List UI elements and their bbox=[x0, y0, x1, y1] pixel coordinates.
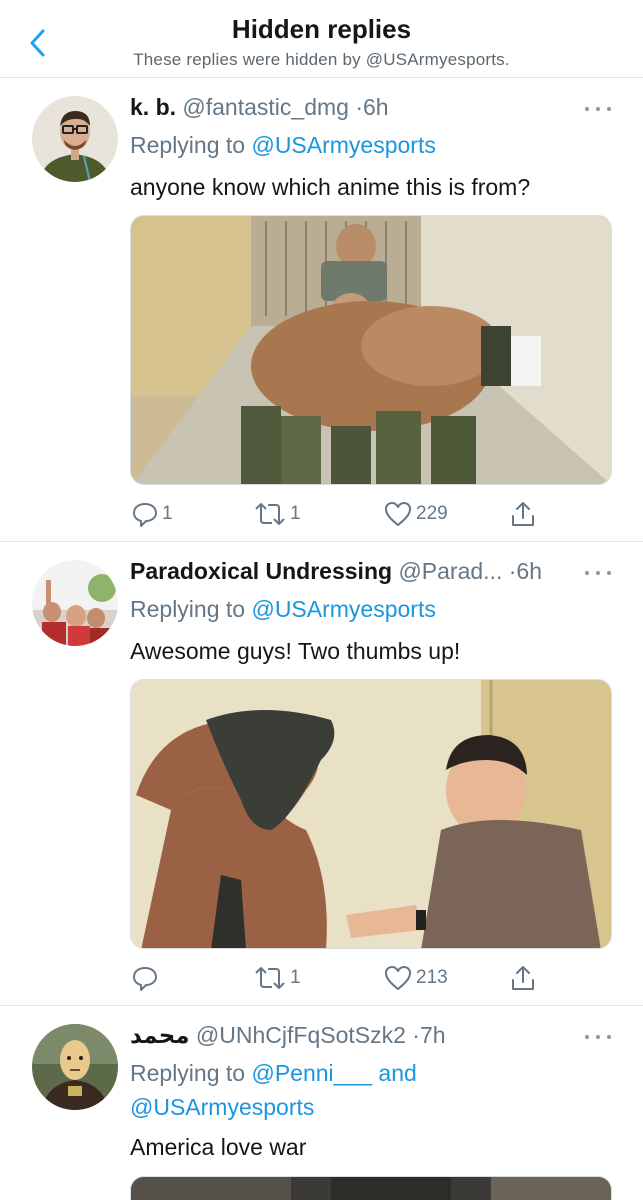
photo-placeholder bbox=[131, 216, 611, 484]
share-icon bbox=[512, 502, 534, 526]
more-icon[interactable] bbox=[585, 104, 611, 114]
retweet-count: 1 bbox=[290, 967, 301, 988]
photo-placeholder bbox=[131, 1177, 611, 1200]
replying-to-link[interactable]: @USArmyesports bbox=[251, 132, 435, 158]
tweet-time: 6h bbox=[516, 558, 542, 584]
tweet-2[interactable]: Paradoxical Undressing @Parad... ·6h Rep… bbox=[0, 542, 643, 1006]
avatar[interactable] bbox=[32, 560, 118, 646]
retweet-icon bbox=[255, 967, 285, 989]
author-name[interactable]: k. b. bbox=[130, 94, 176, 120]
avatar[interactable] bbox=[32, 1024, 118, 1110]
separator-dot: · bbox=[355, 94, 364, 120]
like-button[interactable]: 229 bbox=[384, 499, 448, 529]
tweet-3[interactable]: محمد @UNhCjfFqSotSzk2 ·7h Replying to @P… bbox=[0, 1006, 643, 1200]
tweet-header: k. b. @fantastic_dmg ·6h bbox=[130, 92, 573, 122]
replying-prefix: Replying to bbox=[130, 1060, 246, 1086]
tweet-1[interactable]: k. b. @fantastic_dmg ·6h Replying to @US… bbox=[0, 78, 643, 542]
tweet-image[interactable] bbox=[130, 679, 612, 949]
avatar[interactable] bbox=[32, 96, 118, 182]
tweet-header: Paradoxical Undressing @Parad... ·6h bbox=[130, 556, 573, 586]
tweet-text: anyone know which anime this is from? bbox=[130, 174, 531, 200]
tweet-time: 6h bbox=[363, 94, 389, 120]
replying-and: and bbox=[378, 1060, 417, 1086]
author-name[interactable]: محمد bbox=[130, 1022, 190, 1048]
top-bar: Hidden replies These replies were hidden… bbox=[0, 0, 643, 78]
retweet-button[interactable]: 1 bbox=[254, 963, 301, 993]
retweet-count: 1 bbox=[290, 503, 301, 524]
share-icon bbox=[512, 966, 534, 990]
replying-to-link[interactable]: @Penni___ bbox=[251, 1060, 372, 1086]
tweet-text: Awesome guys! Two thumbs up! bbox=[130, 638, 461, 664]
reply-icon bbox=[133, 503, 157, 527]
tweet-actions: 1 1 229 bbox=[130, 499, 550, 529]
reply-count: 1 bbox=[162, 503, 173, 524]
replying-to: Replying to @USArmyesports bbox=[130, 128, 613, 162]
replying-prefix: Replying to bbox=[130, 596, 246, 622]
page-title: Hidden replies bbox=[231, 14, 412, 44]
tweet-header: محمد @UNhCjfFqSotSzk2 ·7h bbox=[130, 1020, 573, 1050]
more-icon[interactable] bbox=[585, 568, 611, 578]
author-name[interactable]: Paradoxical Undressing bbox=[130, 558, 392, 584]
more-icon[interactable] bbox=[585, 1032, 611, 1042]
reply-icon bbox=[133, 967, 157, 991]
tweet-time: 7h bbox=[419, 1022, 446, 1048]
like-icon bbox=[385, 966, 411, 990]
tweet-actions: 1 213 bbox=[130, 963, 550, 993]
share-button[interactable] bbox=[510, 963, 536, 993]
retweet-icon bbox=[255, 503, 285, 525]
separator-dot: · bbox=[412, 1022, 420, 1048]
replying-to: Replying to @USArmyesports bbox=[130, 592, 613, 626]
author-handle[interactable]: @fantastic_dmg bbox=[182, 94, 349, 120]
photo-placeholder bbox=[131, 680, 611, 948]
replying-to-link-2[interactable]: @USArmyesports bbox=[130, 1094, 314, 1120]
like-count: 229 bbox=[416, 503, 448, 524]
tweet-image[interactable] bbox=[130, 215, 612, 485]
reply-button[interactable] bbox=[132, 963, 162, 993]
tweet-text: America love war bbox=[130, 1134, 307, 1160]
retweet-button[interactable]: 1 bbox=[254, 499, 301, 529]
replying-to-link[interactable]: @USArmyesports bbox=[251, 596, 435, 622]
replying-to: Replying to @Penni___ and @USArmyesports bbox=[130, 1056, 613, 1124]
page-subtitle: These replies were hidden by @USArmyespo… bbox=[133, 50, 510, 69]
avatar-image bbox=[32, 1024, 118, 1110]
like-icon bbox=[385, 502, 411, 526]
tweet-image[interactable] bbox=[130, 1176, 612, 1200]
like-button[interactable]: 213 bbox=[384, 963, 448, 993]
avatar-image bbox=[32, 560, 118, 646]
author-handle[interactable]: @Parad... bbox=[398, 558, 502, 584]
replying-prefix: Replying to bbox=[130, 132, 246, 158]
avatar-image bbox=[32, 96, 118, 182]
reply-button[interactable]: 1 bbox=[132, 499, 173, 529]
share-button[interactable] bbox=[510, 499, 536, 529]
like-count: 213 bbox=[416, 967, 448, 988]
author-handle[interactable]: @UNhCjfFqSotSzk2 bbox=[196, 1022, 406, 1048]
